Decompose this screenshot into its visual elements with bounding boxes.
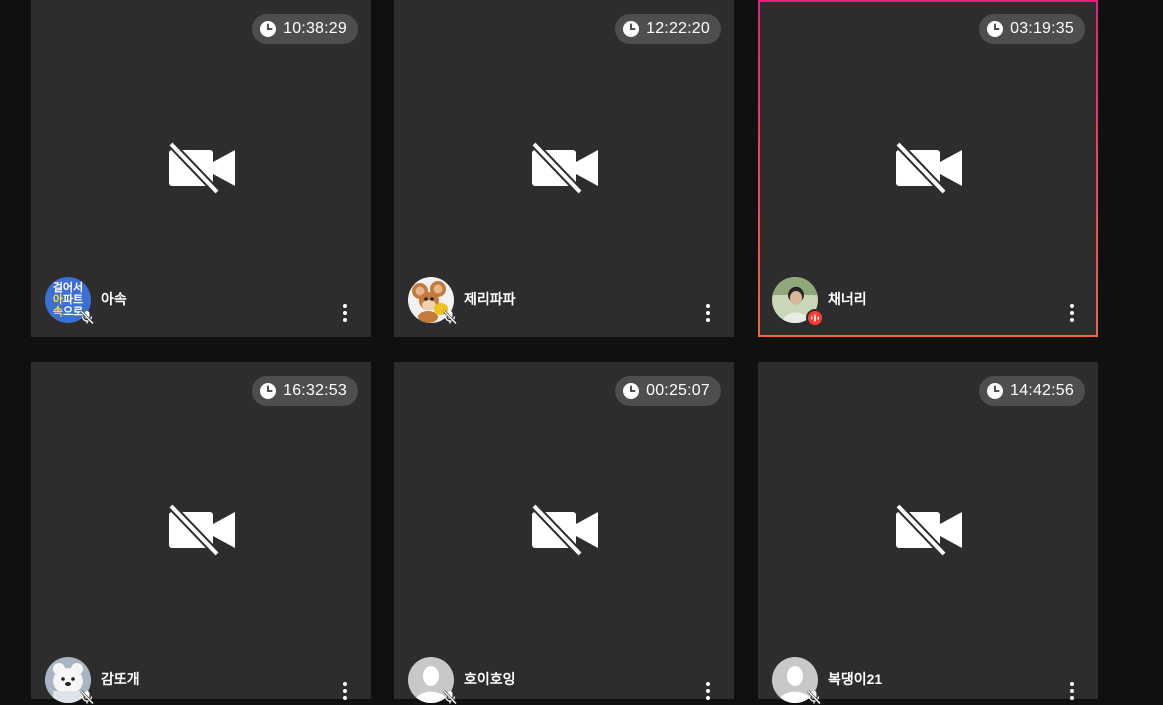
participant-tile[interactable]: 12:22:20 제리파파 [394, 0, 734, 337]
clock-icon [623, 383, 640, 399]
session-timer: 16:32:53 [252, 376, 358, 406]
more-dot [706, 696, 710, 700]
session-timer: 03:19:35 [979, 14, 1085, 44]
more-dot [706, 318, 710, 322]
more-options-button[interactable] [698, 299, 718, 327]
more-dot [343, 689, 347, 693]
participant-info: 제리파파 [408, 277, 516, 325]
participant-name: 제리파파 [464, 291, 516, 307]
audio-wave-icon [811, 314, 819, 322]
camera-off-icon [531, 142, 598, 194]
mic-off-icon [807, 690, 821, 705]
mic-off-icon [443, 310, 457, 325]
session-timer: 12:22:20 [615, 14, 721, 44]
more-dot [706, 311, 710, 315]
camera-off-icon [895, 142, 962, 194]
more-dot [1070, 318, 1074, 322]
timer-text: 12:22:20 [646, 20, 710, 37]
avatar[interactable]: 걸어서 아파트 속으로 [45, 277, 94, 325]
more-options-button[interactable] [1062, 299, 1082, 327]
session-timer: 14:42:56 [979, 376, 1085, 406]
more-dot [1070, 311, 1074, 315]
participant-name: 호이호잉 [464, 671, 516, 687]
clock-icon [260, 21, 277, 37]
mic-off-icon [80, 690, 94, 705]
mic-off-icon [443, 690, 457, 705]
clock-icon [987, 383, 1004, 399]
camera-off-icon [168, 504, 235, 556]
avatar-logo-text: 속 [52, 306, 63, 318]
timer-text: 14:42:56 [1010, 382, 1074, 399]
more-options-button[interactable] [1062, 677, 1082, 705]
avatar[interactable] [772, 657, 821, 705]
avatar[interactable] [408, 277, 457, 325]
more-dot [706, 689, 710, 693]
more-options-button[interactable] [335, 677, 355, 705]
more-dot [343, 311, 347, 315]
clock-icon [623, 21, 640, 37]
session-timer: 00:25:07 [615, 376, 721, 406]
participant-name: 감또개 [101, 671, 140, 687]
camera-off-icon [531, 504, 598, 556]
timer-text: 00:25:07 [646, 382, 710, 399]
participant-tile[interactable]: 16:32:53 감또개 [31, 362, 371, 705]
clock-icon [987, 21, 1004, 37]
avatar[interactable] [45, 657, 94, 705]
avatar[interactable] [772, 277, 824, 327]
more-dot [1070, 304, 1074, 308]
more-options-button[interactable] [698, 677, 718, 705]
avatar[interactable] [408, 657, 457, 705]
live-audio-badge [806, 309, 824, 327]
participant-name: 복댕이21 [828, 671, 883, 687]
timer-text: 03:19:35 [1010, 20, 1074, 37]
participant-tile-active[interactable]: 03:19:35 채너리 [758, 0, 1098, 337]
avatar-logo-text: 파트 [62, 294, 84, 306]
more-dot [706, 682, 710, 686]
more-dot [1070, 689, 1074, 693]
timer-text: 16:32:53 [283, 382, 347, 399]
participant-tile[interactable]: 10:38:29 걸어서 아파트 속으로 아속 [31, 0, 371, 337]
mic-off-icon [80, 310, 94, 325]
session-timer: 10:38:29 [252, 14, 358, 44]
participant-info: 호이호잉 [408, 657, 516, 705]
participant-info: 복댕이21 [772, 657, 883, 705]
camera-off-icon [895, 504, 962, 556]
more-dot [343, 682, 347, 686]
more-dot [1070, 682, 1074, 686]
more-dot [343, 696, 347, 700]
timer-text: 10:38:29 [283, 20, 347, 37]
more-dot [343, 318, 347, 322]
participant-tile[interactable]: 00:25:07 호이호잉 [394, 362, 734, 705]
participant-info: 감또개 [45, 657, 140, 705]
more-dot [343, 304, 347, 308]
more-options-button[interactable] [335, 299, 355, 327]
participant-tile[interactable]: 14:42:56 복댕이21 [758, 362, 1098, 705]
camera-off-icon [168, 142, 235, 194]
avatar-logo-text: 걸어서 [52, 282, 84, 294]
avatar-logo-text: 아 [52, 294, 63, 306]
more-dot [1070, 696, 1074, 700]
participant-info: 채너리 [772, 277, 867, 327]
participant-name: 아속 [101, 291, 127, 307]
more-dot [706, 304, 710, 308]
participant-info: 걸어서 아파트 속으로 아속 [45, 277, 127, 325]
clock-icon [260, 383, 277, 399]
participant-name: 채너리 [828, 291, 867, 307]
